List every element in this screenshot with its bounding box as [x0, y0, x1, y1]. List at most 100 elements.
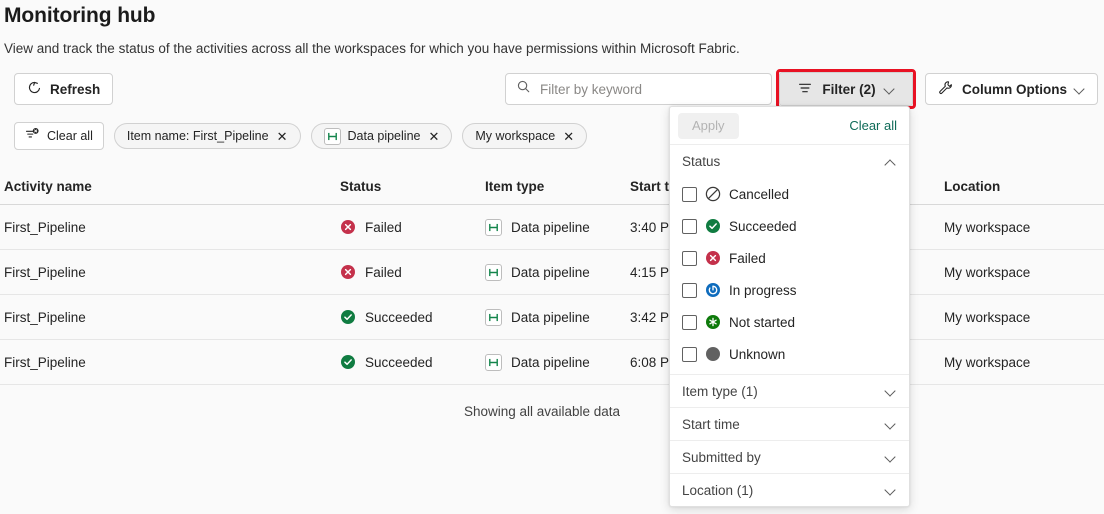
filter-option-label: Not started — [729, 314, 796, 330]
filter-section-start-time[interactable]: Start time — [670, 407, 909, 440]
refresh-label: Refresh — [50, 81, 101, 97]
search-input[interactable] — [540, 81, 761, 97]
search-box[interactable] — [505, 73, 772, 105]
clear-all-filters-button[interactable]: Clear all — [14, 122, 104, 150]
column-header-status[interactable]: Status — [340, 179, 485, 194]
chevron-down-icon — [886, 386, 896, 396]
filter-option-in-progress[interactable]: In progress — [670, 274, 909, 306]
filter-chip-location[interactable]: My workspace ✕ — [462, 123, 588, 149]
data-pipeline-icon — [485, 218, 502, 236]
in-progress-icon — [706, 283, 720, 297]
filter-chip-item-name[interactable]: Item name: First_Pipeline ✕ — [113, 123, 301, 149]
panel-clear-all-link[interactable]: Clear all — [849, 118, 897, 133]
filter-option-failed[interactable]: Failed — [670, 242, 909, 274]
cell-location: My workspace — [944, 309, 1031, 325]
filter-section-location[interactable]: Location (1) — [670, 473, 909, 506]
wrench-icon — [938, 80, 954, 99]
filter-dropdown-panel: Apply Clear all Status Cancelled Succeed… — [669, 106, 910, 507]
checkbox[interactable] — [682, 346, 697, 362]
cell-location: My workspace — [944, 354, 1031, 370]
activities-table: Activity name Status Item type Start tim… — [0, 168, 1104, 385]
chevron-down-icon — [885, 84, 895, 94]
filter-section-label: Location (1) — [682, 482, 754, 498]
filter-section-status[interactable]: Status — [670, 145, 909, 178]
filter-icon — [797, 80, 813, 99]
filter-section-submitted-by[interactable]: Submitted by — [670, 440, 909, 473]
table-row[interactable]: First_Pipeline Succeeded Data pipeline — [0, 295, 1104, 340]
filter-label: Filter (2) — [822, 81, 876, 97]
filter-panel-actions: Apply Clear all — [670, 107, 909, 145]
refresh-icon — [27, 80, 42, 98]
column-options-button[interactable]: Column Options — [925, 73, 1098, 105]
cell-activity-name[interactable]: First_Pipeline — [0, 220, 340, 235]
data-pipeline-icon — [485, 353, 502, 371]
filter-option-not-started[interactable]: Not started — [670, 306, 909, 338]
table-row[interactable]: First_Pipeline Failed Data pipeline — [0, 250, 1104, 295]
table-footnote: Showing all available data — [0, 404, 1104, 419]
status-label: Failed — [365, 264, 402, 280]
filter-section-label: Start time — [682, 416, 740, 432]
column-header-item-type[interactable]: Item type — [485, 179, 630, 194]
not-started-icon — [706, 315, 720, 329]
item-type-label: Data pipeline — [511, 264, 590, 280]
cell-activity-name[interactable]: First_Pipeline — [0, 355, 340, 370]
footnote-label: Showing all available data — [463, 404, 621, 419]
status-label: Failed — [365, 219, 402, 235]
chip-remove-icon[interactable]: ✕ — [277, 130, 288, 143]
checkbox[interactable] — [682, 314, 697, 330]
item-type-label: Data pipeline — [511, 219, 590, 235]
chevron-down-icon — [886, 419, 896, 429]
chip-remove-icon[interactable]: ✕ — [563, 130, 574, 143]
filter-option-cancelled[interactable]: Cancelled — [670, 178, 909, 210]
checkbox[interactable] — [682, 282, 697, 298]
status-option-list: Cancelled Succeeded Failed In progress N… — [670, 178, 909, 374]
filter-option-label: In progress — [729, 282, 797, 298]
page-title: Monitoring hub — [4, 4, 156, 27]
chip-label: Item name: First_Pipeline — [126, 129, 269, 143]
cell-status: Failed — [340, 219, 485, 235]
page-subtitle: View and track the status of the activit… — [4, 41, 740, 56]
filter-button[interactable]: Filter (2) — [779, 72, 913, 106]
cell-status: Failed — [340, 264, 485, 280]
failed-icon — [706, 251, 720, 265]
filter-section-label: Status — [682, 154, 721, 169]
cell-item-type: Data pipeline — [485, 263, 630, 281]
succeeded-icon — [341, 355, 355, 369]
monitoring-hub-page: Monitoring hub View and track the status… — [0, 0, 1104, 514]
column-header-location[interactable]: Location — [920, 179, 1094, 194]
filter-option-label: Unknown — [729, 346, 786, 362]
item-type-label: Data pipeline — [511, 354, 590, 370]
filter-option-unknown[interactable]: Unknown — [670, 338, 909, 370]
filter-chip-item-type[interactable]: Data pipeline ✕ — [310, 123, 453, 149]
filter-section-label: Item type (1) — [682, 383, 758, 399]
chip-remove-icon[interactable]: ✕ — [428, 130, 439, 143]
unknown-icon — [706, 347, 720, 361]
item-type-label: Data pipeline — [511, 309, 590, 325]
clear-all-label: Clear all — [47, 129, 93, 143]
column-header-activity-name[interactable]: Activity name — [0, 179, 340, 194]
cell-activity-name[interactable]: First_Pipeline — [0, 310, 340, 325]
cancelled-icon — [705, 186, 721, 202]
command-bar: Refresh Filter (2) — [0, 68, 1104, 110]
cell-activity-name[interactable]: First_Pipeline — [0, 265, 340, 280]
table-header-row: Activity name Status Item type Start tim… — [0, 168, 1104, 205]
filter-button-highlight: Filter (2) — [776, 69, 916, 109]
filter-option-label: Cancelled — [729, 186, 790, 202]
failed-icon — [341, 265, 355, 279]
checkbox[interactable] — [682, 250, 697, 266]
filter-option-succeeded[interactable]: Succeeded — [670, 210, 909, 242]
table-row[interactable]: First_Pipeline Failed Data pipeline — [0, 205, 1104, 250]
refresh-button[interactable]: Refresh — [14, 73, 114, 105]
apply-button[interactable]: Apply — [678, 112, 739, 139]
filter-option-label: Failed — [729, 250, 766, 266]
cell-status: Succeeded — [340, 354, 485, 370]
checkbox[interactable] — [682, 218, 697, 234]
checkbox[interactable] — [682, 186, 697, 202]
active-filters-bar: Clear all Item name: First_Pipeline ✕ Da… — [0, 118, 1104, 154]
table-row[interactable]: First_Pipeline Succeeded Data pipeline — [0, 340, 1104, 385]
status-label: Succeeded — [365, 309, 433, 325]
chevron-up-icon — [886, 157, 896, 167]
chevron-down-icon — [1075, 84, 1085, 94]
succeeded-icon — [341, 310, 355, 324]
filter-section-item-type[interactable]: Item type (1) — [670, 374, 909, 407]
